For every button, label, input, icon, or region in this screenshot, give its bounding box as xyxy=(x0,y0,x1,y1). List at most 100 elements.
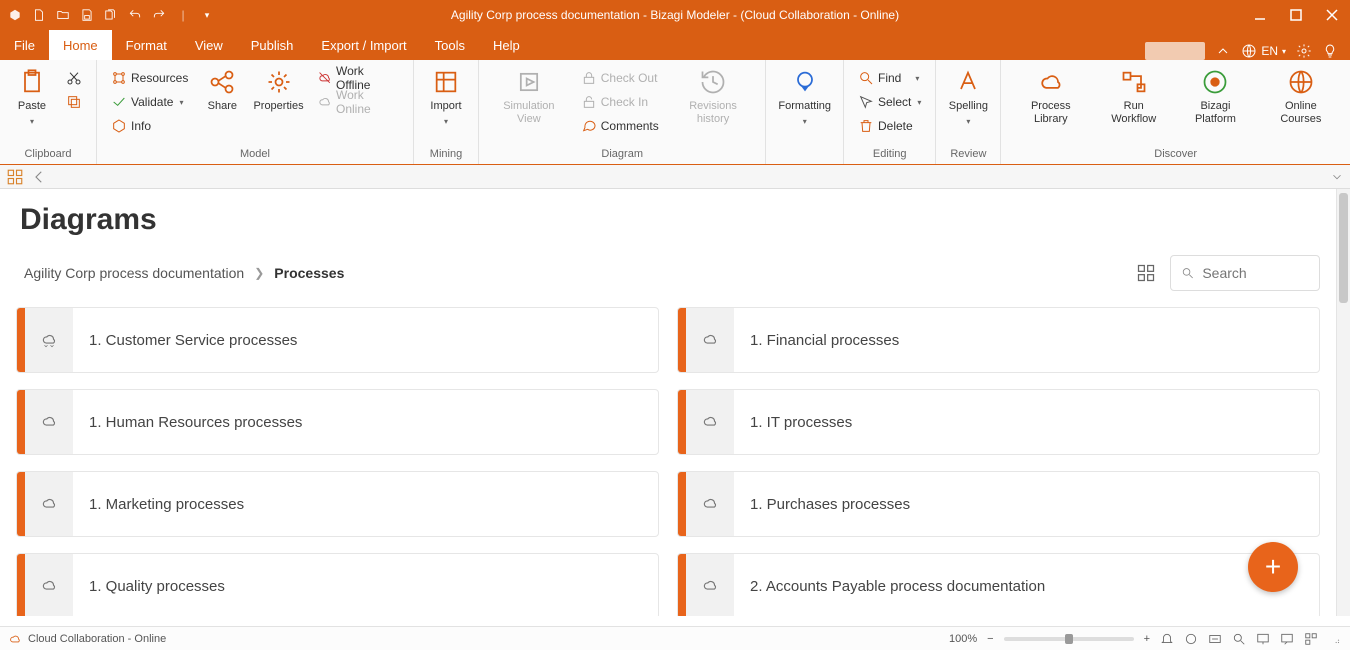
properties-label: Properties xyxy=(253,100,303,113)
qat-dropdown-icon[interactable]: ▾ xyxy=(196,4,218,26)
tab-file[interactable]: File xyxy=(0,30,49,60)
tab-export-import[interactable]: Export / Import xyxy=(307,30,420,60)
minimize-button[interactable] xyxy=(1242,0,1278,30)
cut-button[interactable] xyxy=(62,66,86,90)
process-card[interactable]: 1. IT processes xyxy=(677,389,1320,455)
comments-icon xyxy=(581,118,597,134)
tab-help[interactable]: Help xyxy=(479,30,534,60)
qat-sep: | xyxy=(172,4,194,26)
settings-icon[interactable] xyxy=(1296,43,1312,59)
import-button[interactable]: Import ▾ xyxy=(420,64,472,130)
breadcrumb-root[interactable]: Agility Corp process documentation xyxy=(24,265,244,281)
info-label: Info xyxy=(131,119,151,133)
add-diagram-fab[interactable]: + xyxy=(1248,542,1298,592)
group-discover-label: Discover xyxy=(1007,146,1344,164)
collapse-ribbon-icon[interactable] xyxy=(1215,43,1231,59)
cloud-sync-icon xyxy=(686,308,734,372)
tab-publish[interactable]: Publish xyxy=(237,30,308,60)
resources-button[interactable]: Resources xyxy=(107,66,192,90)
undo-icon[interactable] xyxy=(124,4,146,26)
process-library-button[interactable]: Process Library xyxy=(1007,64,1094,129)
presentation-icon[interactable] xyxy=(1256,632,1270,646)
copy-button[interactable] xyxy=(62,90,86,114)
tab-view[interactable]: View xyxy=(181,30,237,60)
lightbulb-icon[interactable] xyxy=(1322,43,1338,59)
work-online-label: Work Online xyxy=(336,88,399,116)
fit-width-icon[interactable] xyxy=(1208,632,1222,646)
process-card[interactable]: 2. Accounts Payable process documentatio… xyxy=(677,553,1320,616)
formatting-button[interactable]: Formatting ▾ xyxy=(772,64,837,130)
card-title: 1. Customer Service processes xyxy=(73,308,658,372)
tab-format[interactable]: Format xyxy=(112,30,181,60)
zoom-out-button[interactable]: − xyxy=(987,633,993,645)
search-input[interactable] xyxy=(1202,265,1309,281)
comments-label: Comments xyxy=(601,119,659,133)
process-card[interactable]: 1. Purchases processes xyxy=(677,471,1320,537)
scrollbar-thumb[interactable] xyxy=(1339,193,1348,303)
chevron-right-icon: ❯ xyxy=(254,266,264,280)
find-button[interactable]: Find▾ xyxy=(854,66,925,90)
delete-icon xyxy=(858,118,874,134)
import-label: Import xyxy=(430,100,461,113)
paste-button[interactable]: Paste ▾ xyxy=(6,64,58,130)
zoom-tool-icon[interactable] xyxy=(1232,632,1246,646)
info-icon xyxy=(111,118,127,134)
share-button[interactable]: Share xyxy=(196,64,248,117)
delete-button[interactable]: Delete xyxy=(854,114,925,138)
import-icon xyxy=(432,68,460,96)
process-card[interactable]: 1. Financial processes xyxy=(677,307,1320,373)
close-button[interactable] xyxy=(1314,0,1350,30)
properties-icon xyxy=(265,68,293,96)
comments-button[interactable]: Comments xyxy=(577,114,663,138)
save-all-icon[interactable] xyxy=(100,4,122,26)
group-diagram-label: Diagram xyxy=(485,146,759,164)
search-box[interactable] xyxy=(1170,255,1320,291)
maximize-button[interactable] xyxy=(1278,0,1314,30)
open-icon[interactable] xyxy=(52,4,74,26)
process-card[interactable]: 1. Customer Service processes xyxy=(16,307,659,373)
zoom-100-icon[interactable] xyxy=(1184,632,1198,646)
spelling-button[interactable]: Spelling ▾ xyxy=(942,64,994,130)
ribbon: Paste ▾ Clipboard Resources Validate▾ In… xyxy=(0,60,1350,165)
zoom-in-button[interactable]: + xyxy=(1144,633,1150,645)
back-icon[interactable] xyxy=(30,168,48,186)
view-grid-icon[interactable] xyxy=(1136,263,1156,283)
group-model: Resources Validate▾ Info Share Propertie… xyxy=(97,60,414,164)
process-card[interactable]: 1. Human Resources processes xyxy=(16,389,659,455)
save-icon[interactable] xyxy=(76,4,98,26)
process-card[interactable]: 1. Quality processes xyxy=(16,553,659,616)
diagrams-view-icon[interactable] xyxy=(6,168,24,186)
notifications-icon[interactable] xyxy=(1160,632,1174,646)
tab-tools[interactable]: Tools xyxy=(421,30,479,60)
zoom-slider[interactable] xyxy=(1004,637,1134,641)
new-icon[interactable] xyxy=(28,4,50,26)
validate-button[interactable]: Validate▾ xyxy=(107,90,192,114)
vertical-scrollbar[interactable] xyxy=(1336,189,1350,616)
redo-icon[interactable] xyxy=(148,4,170,26)
app-icon[interactable] xyxy=(4,4,26,26)
select-label: Select xyxy=(878,95,911,109)
run-workflow-button[interactable]: Run Workflow xyxy=(1094,64,1173,129)
resize-grip-icon[interactable] xyxy=(1328,632,1342,646)
user-chip[interactable] xyxy=(1145,42,1205,60)
properties-button[interactable]: Properties xyxy=(248,64,308,117)
work-offline-button[interactable]: Work Offline xyxy=(313,66,403,90)
search-icon xyxy=(1181,265,1194,281)
bizagi-platform-button[interactable]: Bizagi Platform xyxy=(1173,64,1258,129)
group-review-label: Review xyxy=(942,146,994,164)
group-diagram: Simulation View Check Out Check In Comme… xyxy=(479,60,766,164)
process-card[interactable]: 1. Marketing processes xyxy=(16,471,659,537)
tab-home[interactable]: Home xyxy=(49,30,112,60)
diagrams-nav-icon[interactable] xyxy=(1304,632,1318,646)
menu-tabs: File Home Format View Publish Export / I… xyxy=(0,30,1350,60)
online-courses-button[interactable]: Online Courses xyxy=(1258,64,1344,129)
language-selector[interactable]: EN ▾ xyxy=(1241,43,1286,59)
card-title: 1. Human Resources processes xyxy=(73,390,658,454)
comments-pane-icon[interactable] xyxy=(1280,632,1294,646)
sub-toolbar-dropdown[interactable] xyxy=(1330,170,1344,184)
select-button[interactable]: Select▾ xyxy=(854,90,925,114)
info-button[interactable]: Info xyxy=(107,114,192,138)
cloud-sync-icon xyxy=(25,554,73,616)
cloud-icon xyxy=(1037,68,1065,96)
select-icon xyxy=(858,94,874,110)
